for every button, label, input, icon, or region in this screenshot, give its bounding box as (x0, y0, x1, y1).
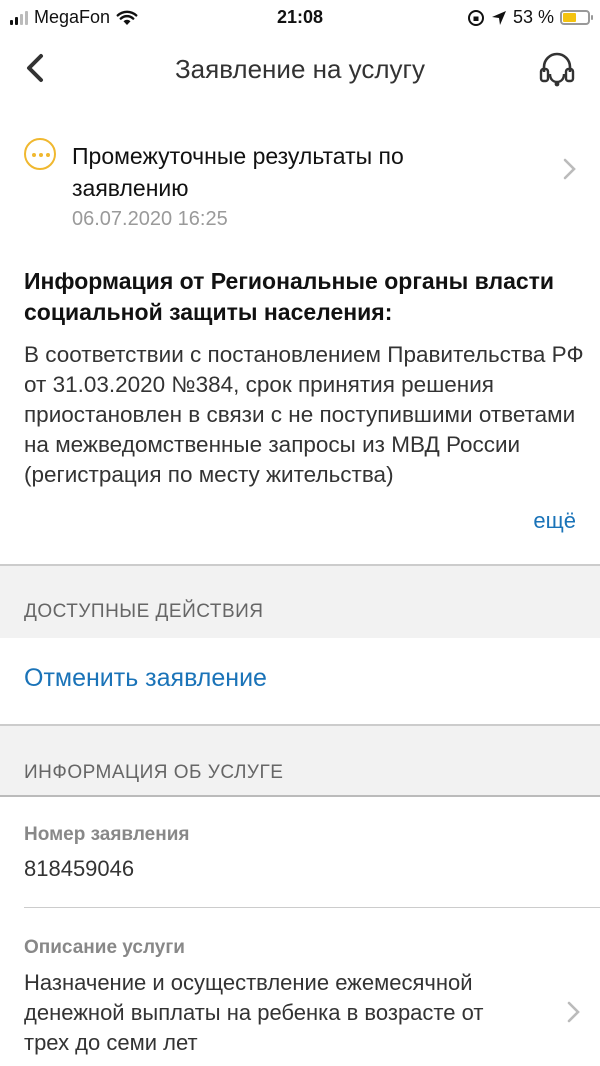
cancel-application-button[interactable]: Отменить заявление (24, 664, 267, 693)
service-description-label: Описание услуги (24, 937, 185, 958)
application-status-row[interactable]: Промежуточные результаты по заявлению 06… (0, 128, 600, 248)
location-icon (491, 10, 506, 25)
divider (0, 795, 600, 797)
status-title: Промежуточные результаты по заявлению (72, 143, 404, 201)
page-title: Заявление на услугу (174, 54, 426, 84)
status-pending-icon (24, 138, 56, 170)
battery-icon (560, 10, 593, 25)
application-number-label: Номер заявления (24, 824, 190, 845)
more-link[interactable]: ещё (533, 508, 576, 534)
service-description-value: Назначение и осуществление ежемесячной д… (24, 970, 484, 1055)
service-section-header (0, 726, 600, 796)
actions-section-label: ДОСТУПНЫЕ ДЕЙСТВИЯ (24, 601, 264, 622)
status-right: 53 % (467, 7, 593, 28)
divider (24, 907, 600, 908)
chevron-right-icon (563, 158, 576, 180)
battery-percent: 53 % (512, 7, 554, 27)
support-button[interactable] (536, 48, 578, 90)
chevron-right-icon (567, 1001, 580, 1023)
nav-bar: Заявление на услугу (0, 36, 600, 100)
info-heading: Информация от Региональные органы власти… (24, 268, 555, 325)
status-date: 06.07.2020 16:25 (72, 208, 228, 230)
headset-icon (539, 52, 575, 87)
status-bar: MegaFon 21:08 53 % (0, 0, 600, 36)
service-section-label: ИНФОРМАЦИЯ ОБ УСЛУГЕ (24, 762, 284, 783)
orientation-lock-icon (467, 9, 484, 26)
application-number-value: 818459046 (24, 856, 135, 881)
